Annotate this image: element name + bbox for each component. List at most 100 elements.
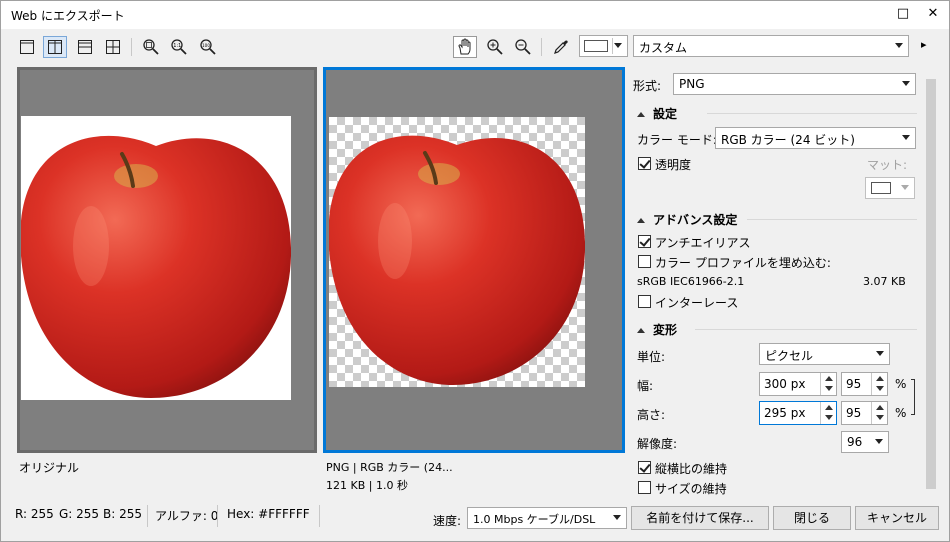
chevron-down-icon [902,135,910,140]
original-preview[interactable] [17,67,317,453]
height-percent-input[interactable]: 95 [841,401,888,425]
transparency-checkbox[interactable] [638,157,651,170]
chevron-down-icon [875,439,883,444]
swatch-divider [612,38,613,54]
matte-select[interactable] [865,177,915,199]
close-button[interactable]: 閉じる [773,506,851,530]
svg-text:1:1: 1:1 [173,43,181,49]
split-view-icon[interactable] [43,36,67,58]
interlace-label: インターレース [655,296,739,310]
scrollbar-thumb[interactable] [926,79,936,489]
resolution-select[interactable]: 96 [841,431,889,453]
transform-section-header[interactable]: 変形 [637,321,677,338]
horizontal-split-icon[interactable] [73,36,97,58]
speed-label: 速度: [433,514,462,528]
antialias-checkbox[interactable] [638,235,651,248]
color-mode-select[interactable]: RGB カラー (24 ビット) [715,127,916,149]
toolbar-separator [541,38,542,56]
matte-swatch [871,182,891,194]
status-hex: Hex: #FFFFFF [227,507,310,521]
result-format-info: PNG | RGB カラー (24... [326,461,453,474]
status-blue: B: 255 [103,507,142,521]
aspect-link-bracket [911,379,915,415]
pan-hand-icon[interactable] [453,36,477,58]
collapse-icon [637,328,645,333]
original-canvas [20,116,292,400]
chevron-down-icon [613,515,621,520]
settings-section-header[interactable]: 設定 [637,105,677,122]
save-as-button[interactable]: 名前を付けて保存... [631,506,769,530]
unit-select[interactable]: ピクセル [759,343,890,365]
keep-size-label: サイズの維持 [655,482,727,496]
result-size-info: 121 KB | 1.0 秒 [326,479,408,492]
advanced-header-label: アドバンス設定 [653,213,738,227]
embed-profile-checkbox[interactable] [638,255,651,268]
close-window-button[interactable]: ✕ [919,1,947,29]
chevron-up-icon [825,376,833,381]
height-percent-stepper[interactable] [871,402,887,424]
speed-select[interactable]: 1.0 Mbps ケーブル/DSL [467,507,627,529]
keep-size-checkbox[interactable] [638,481,651,494]
height-label: 高さ: [637,408,666,422]
width-input[interactable]: 300 px [759,372,837,396]
zoom-in-icon[interactable] [483,36,507,58]
embed-profile-label: カラー プロファイルを埋め込む: [655,256,831,270]
transform-header-label: 変形 [653,323,678,337]
keep-ratio-checkbox[interactable] [638,461,651,474]
advanced-section-header[interactable]: アドバンス設定 [637,211,737,228]
status-alpha: アルファ: 0 [155,509,219,523]
chevron-down-icon [876,386,884,391]
toolbar: 1:1 100 カスタム ▸ [1,31,949,63]
section-divider [707,113,917,114]
more-options-icon[interactable]: ▸ [921,38,927,51]
section-divider [695,329,917,330]
maximize-button[interactable]: □ [889,1,917,29]
chevron-up-icon [876,376,884,381]
width-stepper[interactable] [820,373,836,395]
quad-view-icon[interactable] [101,36,125,58]
chevron-down-icon [825,415,833,420]
resolution-value: 96 [847,435,863,449]
svg-text:100: 100 [202,43,210,48]
height-value: 295 px [764,406,806,420]
format-value: PNG [679,77,705,91]
speed-value: 1.0 Mbps ケーブル/DSL [473,513,596,526]
width-percent-stepper[interactable] [871,373,887,395]
zoom-fit-icon[interactable] [139,36,163,58]
chevron-down-icon [902,81,910,86]
zoom-100-icon[interactable]: 100 [196,36,220,58]
width-percent-input[interactable]: 95 [841,372,888,396]
result-canvas [328,117,586,387]
width-label: 幅: [637,379,654,393]
settings-scrollbar[interactable] [923,67,939,499]
settings-panel: 形式: PNG 設定 カラー モード: RGB カラー (24 ビット) 透明度… [629,67,923,499]
transparency-label: 透明度 [655,158,692,172]
format-select[interactable]: PNG [673,73,916,95]
settings-header-label: 設定 [653,107,678,121]
width-percent-value: 95 [846,377,862,391]
result-preview[interactable] [323,67,625,453]
preset-select[interactable]: カスタム [633,35,909,57]
width-percent-symbol: % [895,377,907,391]
collapse-icon [637,218,645,223]
height-percent-symbol: % [895,406,907,420]
profile-name: sRGB IEC61966-2.1 [637,275,745,288]
height-input[interactable]: 295 px [759,401,837,425]
resolution-label: 解像度: [637,437,678,451]
single-view-icon[interactable] [15,36,39,58]
status-separator [147,505,148,527]
interlace-checkbox[interactable] [638,295,651,308]
apple-image-original [20,135,292,398]
chevron-down-icon [876,351,884,356]
height-stepper[interactable] [820,402,836,424]
zoom-1to1-icon[interactable]: 1:1 [167,36,191,58]
eyedropper-icon[interactable] [549,36,573,58]
matte-label: マット: [867,158,908,172]
chevron-down-icon [901,185,909,190]
format-label: 形式: [633,79,662,93]
title-bar: Web にエクスポート □ ✕ [1,1,949,29]
cancel-button[interactable]: キャンセル [855,506,939,530]
matte-color-picker[interactable] [579,35,628,57]
status-separator [319,505,320,527]
zoom-out-icon[interactable] [511,36,535,58]
